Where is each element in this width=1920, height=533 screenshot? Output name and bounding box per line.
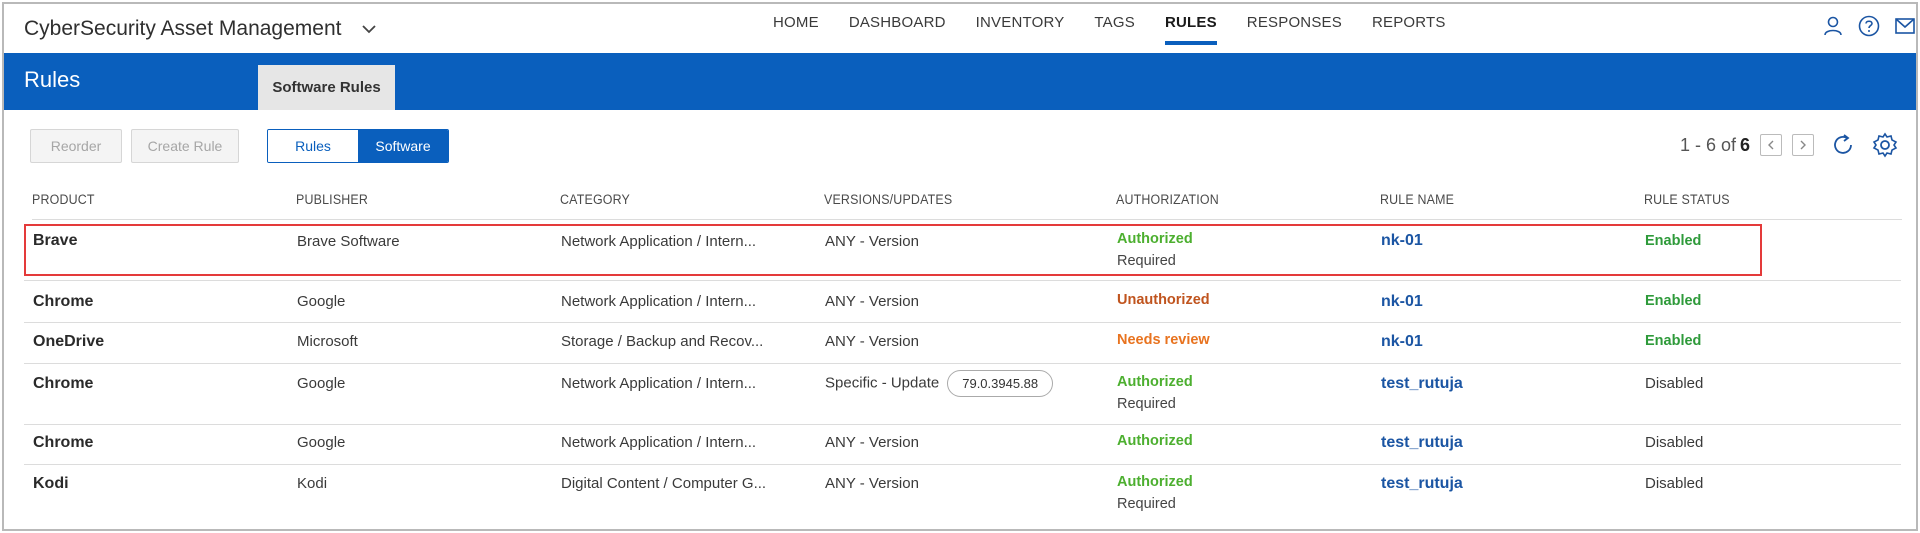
table-row[interactable]: Chrome Google Network Application / Inte… (24, 281, 1901, 323)
version-label: Specific - Update (825, 374, 940, 392)
table-row[interactable]: Chrome Google Network Application / Inte… (24, 425, 1901, 465)
rule-name-link[interactable]: test_rutuja (1381, 375, 1463, 393)
version: ANY - Version (825, 333, 919, 350)
authorization-status: Authorized (1117, 474, 1193, 490)
product-name: OneDrive (33, 333, 105, 350)
toggle-software[interactable]: Software (358, 130, 448, 162)
col-authorization[interactable]: AUTHORIZATION (1116, 192, 1219, 207)
authorization: Authorized Required (1117, 374, 1193, 412)
main-nav: HOME DASHBOARD INVENTORY TAGS RULES RESP… (773, 4, 1476, 53)
app-frame: CyberSecurity Asset Management HOME DASH… (2, 2, 1918, 531)
authorization-required: Required (1117, 396, 1176, 412)
rule-status: Disabled (1645, 434, 1704, 451)
authorization-status: Authorized (1117, 433, 1193, 449)
rule-name-link[interactable]: test_rutuja (1381, 475, 1463, 493)
col-versions[interactable]: VERSIONS/UPDATES (824, 192, 952, 207)
chevron-down-icon[interactable] (359, 19, 379, 39)
user-icon[interactable] (1822, 15, 1844, 37)
publisher: Microsoft (297, 333, 358, 350)
rule-status: Disabled (1645, 475, 1704, 492)
app-switcher[interactable]: CyberSecurity Asset Management (24, 17, 379, 41)
product-name: Chrome (33, 375, 94, 392)
authorization: Authorized Required (1117, 474, 1193, 512)
table-row[interactable]: Chrome Google Network Application / Inte… (24, 364, 1901, 425)
authorization-status: Unauthorized (1117, 292, 1210, 308)
nav-tags[interactable]: TAGS (1094, 4, 1135, 53)
prev-page-button[interactable] (1760, 134, 1782, 156)
publisher: Google (297, 434, 346, 451)
publisher: Google (297, 375, 346, 392)
category: Storage / Backup and Recov... (561, 333, 764, 350)
nav-reports[interactable]: REPORTS (1372, 4, 1446, 53)
col-product[interactable]: PRODUCT (32, 192, 95, 207)
authorization-required: Required (1117, 496, 1176, 512)
nav-home[interactable]: HOME (773, 4, 819, 53)
next-page-button[interactable] (1792, 134, 1814, 156)
version: Specific - Update 79.0.3945.88 (825, 370, 1054, 397)
product-name: Kodi (33, 475, 69, 492)
col-publisher[interactable]: PUBLISHER (296, 192, 368, 207)
col-rule-status[interactable]: RULE STATUS (1644, 192, 1730, 207)
page-title: Rules (24, 67, 81, 92)
page-header: Rules Software Rules (4, 53, 1916, 110)
toggle-rules[interactable]: Rules (268, 130, 358, 162)
product-name: Chrome (33, 434, 94, 451)
version-pill: 79.0.3945.88 (947, 370, 1054, 397)
mail-icon[interactable] (1894, 15, 1916, 37)
table-header: PRODUCT PUBLISHER CATEGORY VERSIONS/UPDA… (32, 190, 1902, 220)
col-category[interactable]: CATEGORY (560, 192, 630, 207)
reorder-button[interactable]: Reorder (30, 129, 122, 163)
version: ANY - Version (825, 293, 919, 310)
row-highlight (24, 224, 1762, 276)
publisher: Kodi (297, 475, 328, 492)
gear-icon[interactable] (1872, 132, 1898, 158)
top-icons (1822, 15, 1916, 37)
app-title: CyberSecurity Asset Management (24, 17, 342, 40)
refresh-icon[interactable] (1830, 132, 1856, 158)
col-rule-name[interactable]: RULE NAME (1380, 192, 1454, 207)
product-name: Chrome (33, 293, 94, 310)
nav-dashboard[interactable]: DASHBOARD (849, 4, 946, 53)
chevron-left-icon (1768, 140, 1774, 150)
rule-status: Enabled (1645, 293, 1702, 309)
page-count: 1 - 6 of 6 (1680, 135, 1750, 156)
category: Network Application / Intern... (561, 293, 757, 310)
view-toggle: Rules Software (267, 129, 449, 163)
publisher: Google (297, 293, 346, 310)
rule-status: Enabled (1645, 333, 1702, 349)
nav-responses[interactable]: RESPONSES (1247, 4, 1342, 53)
category: Network Application / Intern... (561, 375, 757, 392)
category: Network Application / Intern... (561, 434, 757, 451)
authorization-status: Authorized (1117, 374, 1193, 390)
rule-name-link[interactable]: nk-01 (1381, 333, 1423, 351)
pagination: 1 - 6 of 6 (1680, 132, 1898, 158)
version: ANY - Version (825, 475, 919, 492)
page-range: 1 - 6 of (1679, 134, 1736, 155)
table-row[interactable]: OneDrive Microsoft Storage / Backup and … (24, 323, 1901, 364)
table-row[interactable]: Kodi Kodi Digital Content / Computer G..… (24, 465, 1901, 529)
top-bar: CyberSecurity Asset Management HOME DASH… (4, 4, 1916, 53)
help-icon[interactable] (1858, 15, 1880, 37)
authorization-status: Needs review (1117, 332, 1210, 348)
rule-name-link[interactable]: nk-01 (1381, 293, 1423, 311)
version: ANY - Version (825, 434, 919, 451)
rule-status: Disabled (1645, 375, 1704, 392)
nav-rules[interactable]: RULES (1164, 4, 1217, 53)
category: Digital Content / Computer G... (561, 475, 767, 492)
create-rule-button[interactable]: Create Rule (131, 129, 239, 163)
rule-name-link[interactable]: test_rutuja (1381, 434, 1463, 452)
chevron-right-icon (1800, 140, 1806, 150)
page-total: 6 (1739, 134, 1750, 155)
nav-inventory[interactable]: INVENTORY (976, 4, 1065, 53)
tab-software-rules[interactable]: Software Rules (258, 65, 395, 110)
